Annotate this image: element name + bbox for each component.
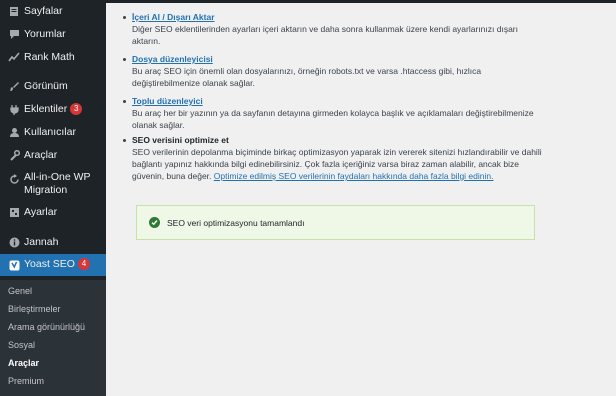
comments-icon [8, 28, 20, 40]
sidebar-item-label: Kullanıcılar [24, 125, 76, 138]
sidebar-item-label: Görünüm [24, 79, 68, 92]
sidebar-item-appearance[interactable]: Görünüm [0, 79, 106, 93]
sidebar-item-label: Yorumlar [24, 27, 66, 40]
file-editor-link[interactable]: Dosya düzenleyicisi [132, 54, 213, 64]
bullet [123, 139, 126, 142]
yoast-icon [8, 259, 20, 271]
seo-optimize-title: SEO verisini optimize et [132, 135, 229, 145]
bullet [123, 16, 126, 19]
appearance-icon [8, 80, 20, 92]
sidebar-item-label: Yoast SEO [24, 258, 75, 270]
submenu-item-tools[interactable]: Araçlar [8, 358, 39, 368]
sidebar-item-plugins[interactable]: Eklentiler 3 [0, 102, 106, 116]
sidebar-item-label: All-in-One WP [24, 171, 91, 183]
sidebar-item-comments[interactable]: Yorumlar [0, 27, 106, 41]
main-content: İçeri Al / Dışarı Aktar Diğer SEO eklent… [106, 3, 616, 396]
tool-bulk-editor: Toplu düzenleyici Bu araç her bir yazını… [123, 95, 542, 131]
sidebar-item-users[interactable]: Kullanıcılar [0, 125, 106, 139]
sidebar-item-label: Rank Math [24, 50, 75, 63]
sidebar-item-jannah[interactable]: Jannah [0, 235, 106, 249]
sidebar-item-migration[interactable]: All-in-One WP Migration [0, 171, 106, 198]
submenu-item-integrations[interactable]: Birleştirmeler [8, 304, 61, 314]
update-count-badge: 3 [70, 102, 83, 115]
import-export-link[interactable]: İçeri Al / Dışarı Aktar [132, 12, 215, 22]
success-notice: SEO veri optimizasyonu tamamlandı [136, 205, 535, 240]
file-editor-description: Bu araç SEO için önemli olan dosyalarını… [132, 66, 482, 88]
sidebar-item-label: Ayarlar [24, 205, 58, 218]
admin-sidebar: Sayfalar Yorumlar Rank Math Görünüm Ekle… [0, 0, 112, 396]
yoast-submenu: Genel Birleştirmeler Arama görünürlüğü S… [0, 280, 106, 396]
sidebar-item-label-line2: Migration [24, 184, 68, 196]
sidebar-item-tools[interactable]: Araçlar [0, 148, 106, 162]
sidebar-item-label: Eklentiler [24, 102, 68, 115]
plugins-icon [8, 103, 20, 115]
users-icon [8, 126, 20, 138]
rank-math-icon [8, 51, 20, 63]
submenu-item-search-appearance[interactable]: Arama görünürlüğü [8, 322, 85, 332]
notification-badge: 4 [77, 258, 90, 270]
bullet [123, 58, 126, 61]
sidebar-item-rank-math[interactable]: Rank Math [0, 50, 106, 64]
sidebar-item-settings[interactable]: Ayarlar [0, 205, 106, 219]
wrench-icon [8, 149, 20, 161]
sidebar-item-label: Jannah [24, 235, 59, 248]
bulk-editor-description: Bu araç her bir yazının ya da sayfanın d… [132, 108, 534, 130]
info-icon [8, 236, 20, 248]
bulk-editor-link[interactable]: Toplu düzenleyici [132, 96, 203, 106]
submenu-item-premium[interactable]: Premium [8, 376, 44, 386]
pages-icon [8, 5, 20, 17]
sidebar-item-pages[interactable]: Sayfalar [0, 4, 106, 18]
tool-file-editor: Dosya düzenleyicisi Bu araç SEO için öne… [123, 53, 542, 89]
success-notice-text: SEO veri optimizasyonu tamamlandı [167, 217, 305, 228]
bullet [123, 100, 126, 103]
checkmark-icon [149, 217, 160, 228]
settings-icon [8, 206, 20, 218]
sidebar-item-yoast-seo[interactable]: Yoast SEO 4 [0, 254, 112, 276]
tool-seo-optimize: SEO verisini optimize et SEO verilerinin… [123, 134, 542, 182]
sidebar-item-label: Araçlar [24, 148, 58, 161]
tool-import-export: İçeri Al / Dışarı Aktar Diğer SEO eklent… [123, 11, 542, 47]
submenu-item-genel[interactable]: Genel [8, 286, 32, 296]
submenu-item-social[interactable]: Sosyal [8, 340, 35, 350]
migration-icon [8, 173, 20, 185]
sidebar-item-label: Sayfalar [24, 4, 63, 17]
seo-optimize-learn-more-link[interactable]: Optimize edilmiş SEO verilerinin faydala… [214, 171, 494, 181]
import-export-description: Diğer SEO eklentilerinden ayarları içeri… [132, 24, 518, 46]
